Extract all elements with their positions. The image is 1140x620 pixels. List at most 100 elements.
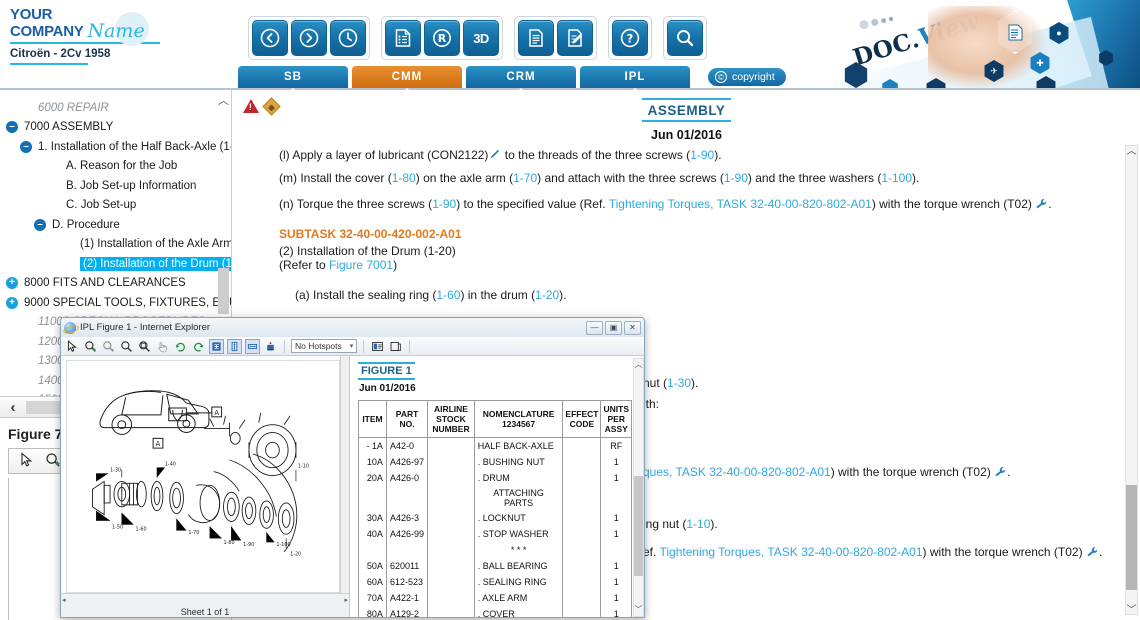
scroll-left-arrow[interactable]: ◂ bbox=[62, 596, 66, 604]
tab-sb[interactable]: SB bbox=[238, 66, 348, 93]
wrench-icon[interactable] bbox=[1086, 545, 1099, 559]
close-button[interactable]: ✕ bbox=[624, 320, 641, 335]
ipl-table-row[interactable]: 10A A426-97 . BUSHING NUT 1 bbox=[358, 453, 632, 470]
scroll-up-arrow[interactable]: ︿ bbox=[634, 359, 643, 370]
tab-notch bbox=[516, 88, 526, 93]
select-arrow-icon[interactable] bbox=[19, 451, 35, 471]
ipl-table-row[interactable]: - 1A A42-0 HALF BACK-AXLE RF bbox=[358, 437, 632, 454]
sidebar-scroll-thumb[interactable] bbox=[218, 268, 229, 314]
reference-link[interactable]: 1-80 bbox=[392, 171, 416, 185]
hotspot-icon[interactable] bbox=[263, 339, 278, 354]
tree-item[interactable]: (2) Installation of the Drum (1-20) bbox=[62, 254, 231, 273]
zoom-in-icon[interactable] bbox=[83, 339, 98, 354]
zoom-out-icon[interactable] bbox=[101, 339, 116, 354]
scroll-down-arrow[interactable]: ﹀ bbox=[1126, 601, 1137, 616]
figure-vertical-scrollbar[interactable] bbox=[340, 356, 349, 593]
ipl-table-row[interactable]: 20A A426-0 . DRUM 1 bbox=[358, 469, 632, 486]
ipl-cell-units: 1 bbox=[600, 469, 632, 486]
forward-icon[interactable] bbox=[291, 20, 327, 56]
copyright-button[interactable]: © copyright bbox=[708, 68, 786, 86]
tree-item[interactable]: –1. Installation of the Half Back-Axle (… bbox=[20, 137, 231, 156]
tree-item[interactable]: (1) Installation of the Axle Arm (1-70) bbox=[62, 235, 231, 254]
fit-page-icon[interactable] bbox=[209, 338, 224, 354]
wrench-icon[interactable] bbox=[1035, 197, 1048, 211]
reference-link[interactable]: 1-60 bbox=[436, 288, 460, 302]
collapse-icon[interactable]: – bbox=[34, 218, 46, 231]
scroll-up-arrow[interactable]: ︿ bbox=[218, 92, 229, 108]
tree-item[interactable]: 6000 REPAIR bbox=[20, 98, 109, 117]
collapse-icon[interactable]: – bbox=[20, 140, 32, 153]
history-clock-icon[interactable] bbox=[330, 20, 366, 56]
document-scroll-thumb[interactable] bbox=[1126, 485, 1137, 590]
wrench-icon[interactable] bbox=[994, 465, 1007, 479]
ipl-table-row[interactable]: 50A 620011 . BALL BEARING 1 bbox=[358, 557, 632, 574]
figure-horizontal-scrollbar[interactable]: ◂ ▸ bbox=[61, 593, 349, 605]
reference-link[interactable]: 1-70 bbox=[513, 171, 537, 185]
reference-link[interactable]: 1-20 bbox=[535, 288, 559, 302]
ipl-table-row[interactable]: ATTACHING PARTS bbox=[358, 485, 632, 510]
tree-item[interactable]: –7000 ASSEMBLY bbox=[6, 118, 113, 137]
hotspot-select[interactable]: No Hotspots ▾ bbox=[291, 339, 358, 353]
zoom-region-icon[interactable] bbox=[137, 339, 152, 354]
document-list-icon[interactable] bbox=[385, 20, 421, 56]
ipl-table-row[interactable]: 40A A426-99 . STOP WASHER 1 bbox=[358, 525, 632, 542]
three-d-icon[interactable]: 3D bbox=[463, 20, 499, 56]
figure-canvas[interactable]: A A 1-30 1-40 1-50 1-60 1-70 1-80 1-90 1… bbox=[66, 360, 340, 593]
tab-crm[interactable]: CRM bbox=[466, 66, 576, 93]
back-icon[interactable] bbox=[252, 20, 288, 56]
tab-ipl[interactable]: IPL bbox=[580, 66, 690, 93]
reference-link[interactable]: 1-30 bbox=[667, 376, 691, 390]
collapse-icon[interactable]: – bbox=[6, 121, 18, 133]
fit-height-icon[interactable] bbox=[227, 338, 242, 354]
ipl-table-row[interactable]: 60A 612-523 . SEALING RING 1 bbox=[358, 573, 632, 590]
reference-link[interactable]: Tightening Torques, TASK 32-40-00-820-80… bbox=[609, 197, 872, 211]
tree-item[interactable]: B. Job Set-up Information bbox=[48, 176, 196, 195]
reference-link[interactable]: 1-90 bbox=[724, 171, 748, 185]
popup-title-bar[interactable]: IPL Figure 1 - Internet Explorer — ▣ ✕ bbox=[61, 318, 644, 337]
reference-link[interactable]: ques, TASK 32-40-00-820-802-A01 bbox=[643, 465, 831, 479]
expand-icon[interactable]: + bbox=[6, 296, 18, 309]
thumbnail-view-icon[interactable] bbox=[370, 339, 385, 354]
ipl-scroll-thumb[interactable] bbox=[634, 476, 643, 576]
pan-hand-icon[interactable] bbox=[155, 339, 170, 354]
ipl-table-row[interactable]: * * * bbox=[358, 541, 632, 558]
help-icon[interactable]: ? bbox=[612, 20, 648, 56]
tree-item[interactable]: C. Job Set-up bbox=[48, 196, 136, 215]
select-arrow-icon[interactable] bbox=[65, 339, 80, 354]
figure-link[interactable]: Figure 7001 bbox=[329, 258, 393, 272]
scroll-down-arrow[interactable]: ﹀ bbox=[634, 604, 643, 615]
scroll-right-arrow[interactable]: ▸ bbox=[344, 596, 348, 604]
reference-link[interactable]: 1-10 bbox=[686, 517, 710, 531]
ipl-cell-item: 30A bbox=[358, 509, 387, 526]
minimize-button[interactable]: — bbox=[586, 320, 603, 335]
search-icon[interactable] bbox=[667, 20, 703, 56]
tab-cmm[interactable]: CMM bbox=[352, 66, 462, 93]
ipl-table-row[interactable]: 30A A426-3 . LOCKNUT 1 bbox=[358, 509, 632, 526]
reference-link[interactable]: 1-90 bbox=[432, 197, 456, 211]
rotate-right-icon[interactable] bbox=[173, 339, 188, 354]
document-edit-icon[interactable] bbox=[557, 20, 593, 56]
reference-link[interactable]: Tightening Torques, TASK 32-40-00-820-80… bbox=[659, 545, 922, 559]
lubricant-icon[interactable] bbox=[488, 148, 501, 162]
tree-item[interactable]: +9000 SPECIAL TOOLS, FIXTURES, EQUIPMENT… bbox=[6, 293, 231, 312]
rotate-left-icon[interactable] bbox=[191, 339, 206, 354]
tree-item[interactable]: A. Reason for the Job bbox=[48, 157, 177, 176]
tree-item[interactable]: – D. Procedure bbox=[34, 215, 120, 234]
ipl-figure-popup-window[interactable]: IPL Figure 1 - Internet Explorer — ▣ ✕ N… bbox=[60, 317, 645, 618]
ipl-table-row[interactable]: 80A A129-2 . COVER 1 bbox=[358, 605, 632, 617]
properties-icon[interactable] bbox=[388, 339, 403, 354]
chevron-left-icon[interactable]: ‹ bbox=[0, 399, 26, 416]
tree-item[interactable]: +8000 FITS AND CLEARANCES bbox=[6, 274, 186, 293]
reference-link[interactable]: 1-90 bbox=[690, 148, 714, 162]
fit-width-icon[interactable] bbox=[245, 338, 260, 354]
zoom-in-icon[interactable] bbox=[45, 452, 61, 471]
maximize-button[interactable]: ▣ bbox=[605, 320, 622, 335]
reference-link[interactable]: 1-100 bbox=[881, 171, 912, 185]
revision-icon[interactable]: R bbox=[424, 20, 460, 56]
toolbar-separator bbox=[363, 339, 365, 353]
scroll-up-arrow[interactable]: ︿ bbox=[1126, 146, 1137, 158]
expand-icon[interactable]: + bbox=[6, 277, 18, 289]
ipl-table-row[interactable]: 70A A422-1 . AXLE ARM 1 bbox=[358, 589, 632, 606]
document-icon[interactable] bbox=[518, 20, 554, 56]
magnifier-icon[interactable] bbox=[119, 339, 134, 354]
